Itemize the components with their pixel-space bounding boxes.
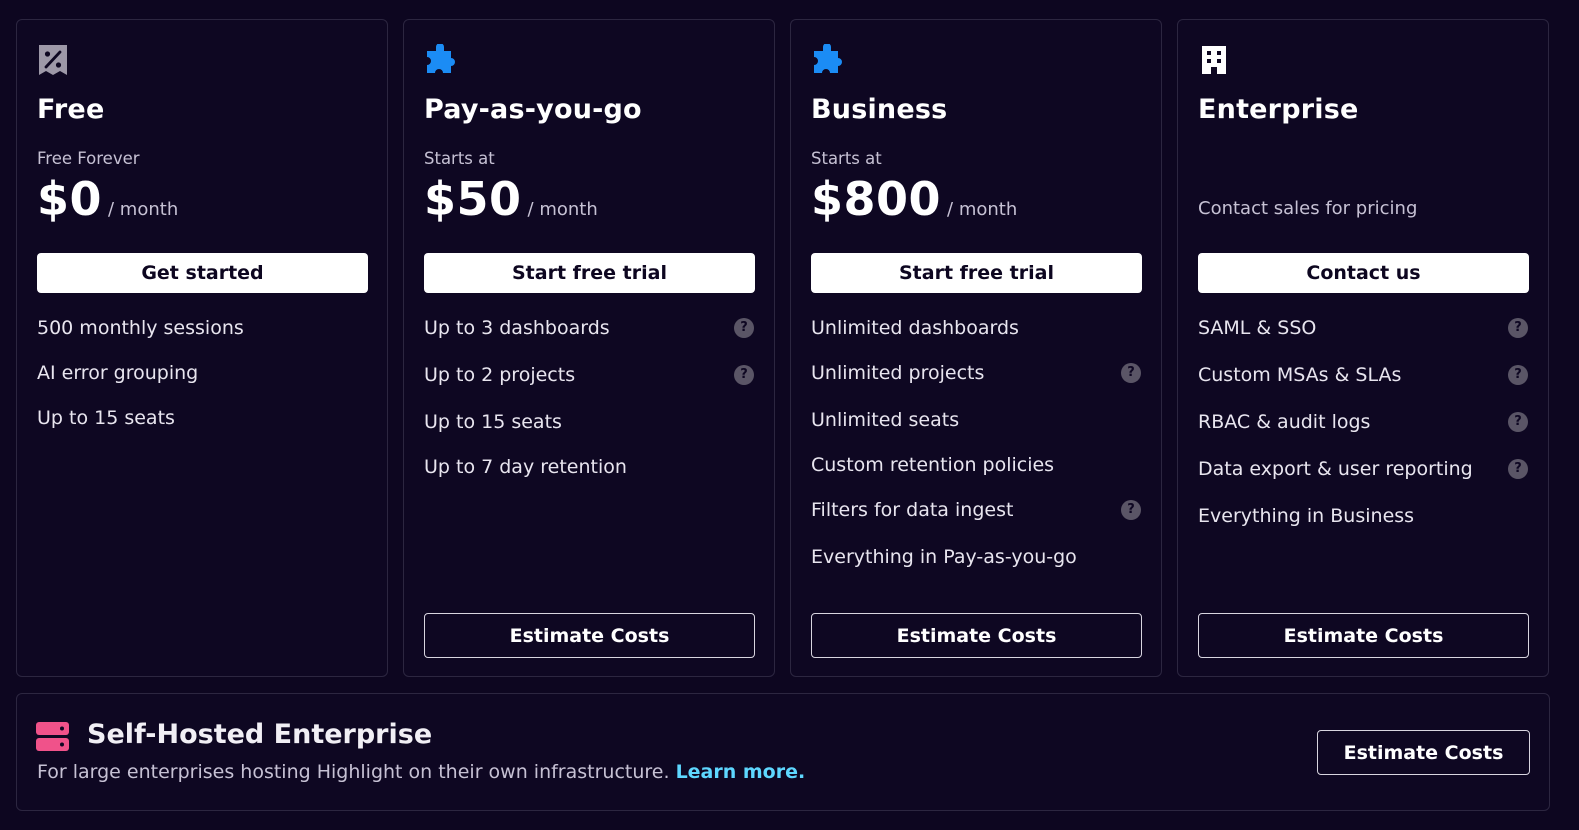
- plan-name: Pay-as-you-go: [424, 94, 642, 125]
- feature-label: Up to 15 seats: [37, 407, 175, 429]
- feature-label: RBAC & audit logs: [1198, 411, 1371, 433]
- learn-more-link[interactable]: Learn more.: [676, 761, 806, 783]
- feature-item: Everything in Business: [1198, 504, 1529, 549]
- feature-item: 500 monthly sessions: [37, 316, 368, 361]
- plan-price: $0: [37, 172, 103, 226]
- help-icon[interactable]: ?: [734, 365, 754, 385]
- price-period: / month: [527, 199, 598, 220]
- feature-list: 500 monthly sessions AI error grouping U…: [37, 316, 368, 451]
- self-hosted-description: For large enterprises hosting Highlight …: [37, 761, 805, 783]
- self-hosted-title: Self-Hosted Enterprise: [87, 719, 433, 750]
- feature-label: Up to 7 day retention: [424, 456, 627, 478]
- get-started-button[interactable]: Get started: [37, 253, 368, 293]
- feature-item: Custom MSAs & SLAs ?: [1198, 363, 1529, 410]
- feature-item: Filters for data ingest ?: [811, 498, 1142, 545]
- plan-name: Enterprise: [1198, 94, 1359, 125]
- feature-list: Up to 3 dashboards ? Up to 2 projects ? …: [424, 316, 755, 500]
- self-hosted-enterprise-banner: Self-Hosted Enterprise For large enterpr…: [16, 693, 1550, 811]
- feature-list: SAML & SSO ? Custom MSAs & SLAs ? RBAC &…: [1198, 316, 1529, 549]
- puzzle-icon: [427, 44, 455, 73]
- feature-label: Up to 15 seats: [424, 411, 562, 433]
- feature-label: SAML & SSO: [1198, 317, 1317, 339]
- plan-subline: Starts at: [424, 149, 495, 168]
- puzzle-icon: [814, 44, 842, 73]
- feature-item: Data export & user reporting ?: [1198, 457, 1529, 504]
- feature-label: Data export & user reporting: [1198, 458, 1473, 480]
- help-icon[interactable]: ?: [1121, 363, 1141, 383]
- start-free-trial-button[interactable]: Start free trial: [424, 253, 755, 293]
- price-row: $0 / month: [37, 172, 178, 226]
- feature-item: Up to 3 dashboards ?: [424, 316, 755, 363]
- feature-item: Custom retention policies: [811, 453, 1142, 498]
- plan-card-pay-as-you-go: Pay-as-you-go Starts at $50 / month Star…: [403, 19, 775, 677]
- feature-item: Up to 15 seats: [37, 406, 368, 451]
- help-icon[interactable]: ?: [1508, 459, 1528, 479]
- price-row: $50 / month: [424, 172, 598, 226]
- help-icon[interactable]: ?: [734, 318, 754, 338]
- plan-card-business: Business Starts at $800 / month Start fr…: [790, 19, 1162, 677]
- feature-label: Custom retention policies: [811, 454, 1055, 476]
- feature-label: Unlimited projects: [811, 362, 985, 384]
- pricing-plans: Free Free Forever $0 / month Get started…: [16, 19, 1549, 677]
- office-building-icon: [1202, 46, 1226, 74]
- feature-label: Everything in Business: [1198, 505, 1415, 527]
- feature-label: Unlimited seats: [811, 409, 960, 431]
- feature-item: Unlimited dashboards: [811, 316, 1142, 361]
- estimate-costs-button[interactable]: Estimate Costs: [811, 613, 1142, 658]
- feature-list: Unlimited dashboards Unlimited projects …: [811, 316, 1142, 590]
- feature-item: Up to 2 projects ?: [424, 363, 755, 410]
- self-hosted-description-text: For large enterprises hosting Highlight …: [37, 761, 676, 783]
- price-period: / month: [108, 199, 179, 220]
- server-icon: [36, 722, 69, 751]
- price-row: $800 / month: [811, 172, 1017, 226]
- feature-item: Up to 15 seats: [424, 410, 755, 455]
- plan-price: $800: [811, 172, 942, 226]
- plan-name: Business: [811, 94, 948, 125]
- feature-item: RBAC & audit logs ?: [1198, 410, 1529, 457]
- help-icon[interactable]: ?: [1508, 318, 1528, 338]
- help-icon[interactable]: ?: [1508, 412, 1528, 432]
- plan-subline: Starts at: [811, 149, 882, 168]
- help-icon[interactable]: ?: [1508, 365, 1528, 385]
- feature-label: Up to 2 projects: [424, 364, 576, 386]
- plan-name: Free: [37, 94, 105, 125]
- estimate-costs-button[interactable]: Estimate Costs: [1198, 613, 1529, 658]
- contact-us-button[interactable]: Contact us: [1198, 253, 1529, 293]
- plan-subline: Free Forever: [37, 149, 140, 168]
- feature-label: 500 monthly sessions: [37, 317, 244, 339]
- plan-card-free: Free Free Forever $0 / month Get started…: [16, 19, 388, 677]
- contact-sales-note: Contact sales for pricing: [1198, 198, 1418, 219]
- price-period: / month: [947, 199, 1018, 220]
- feature-label: Custom MSAs & SLAs: [1198, 364, 1402, 386]
- feature-label: Unlimited dashboards: [811, 317, 1019, 339]
- help-icon[interactable]: ?: [1121, 500, 1141, 520]
- feature-item: Everything in Pay-as-you-go: [811, 545, 1142, 590]
- feature-item: Unlimited projects ?: [811, 361, 1142, 408]
- plan-price: $50: [424, 172, 522, 226]
- feature-item: SAML & SSO ?: [1198, 316, 1529, 363]
- feature-item: Unlimited seats: [811, 408, 1142, 453]
- feature-item: AI error grouping: [37, 361, 368, 406]
- feature-label: Everything in Pay-as-you-go: [811, 546, 1077, 568]
- plan-card-enterprise: Enterprise Contact sales for pricing Con…: [1177, 19, 1549, 677]
- feature-label: Up to 3 dashboards: [424, 317, 610, 339]
- feature-label: AI error grouping: [37, 362, 199, 384]
- feature-label: Filters for data ingest: [811, 499, 1014, 521]
- estimate-costs-button[interactable]: Estimate Costs: [424, 613, 755, 658]
- start-free-trial-button[interactable]: Start free trial: [811, 253, 1142, 293]
- feature-item: Up to 7 day retention: [424, 455, 755, 500]
- receipt-discount-icon: [39, 45, 67, 75]
- estimate-costs-button[interactable]: Estimate Costs: [1317, 730, 1530, 775]
